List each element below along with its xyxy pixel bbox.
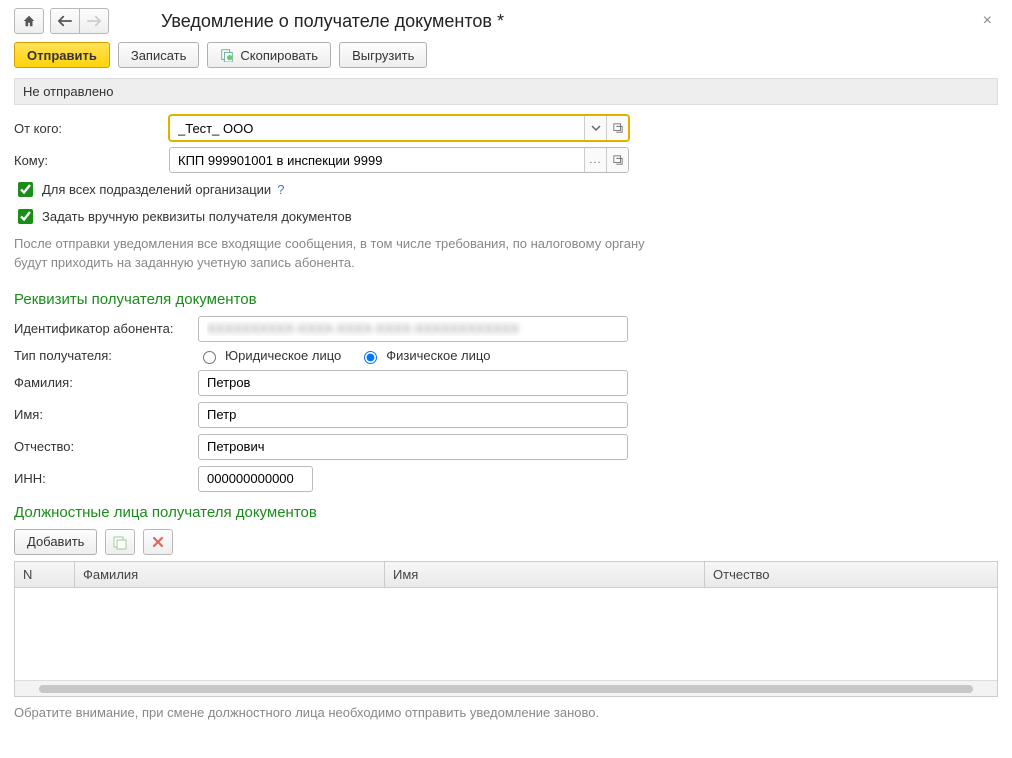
to-input[interactable] xyxy=(170,148,584,172)
window-title: Уведомление о получателе документов * xyxy=(161,11,977,32)
all-branches-checkbox[interactable] xyxy=(18,182,33,197)
info-text: После отправки уведомления все входящие … xyxy=(14,235,654,273)
section-requisites-title: Реквизиты получателя документов xyxy=(14,291,998,308)
manual-requisites-checkbox[interactable] xyxy=(18,209,33,224)
chevron-down-icon xyxy=(591,123,601,133)
duplicate-row-button[interactable] xyxy=(105,529,135,555)
ellipsis-icon: ... xyxy=(589,154,601,166)
radio-legal[interactable]: Юридическое лицо xyxy=(198,348,341,364)
export-button[interactable]: Выгрузить xyxy=(339,42,427,68)
help-link[interactable]: ? xyxy=(277,182,284,197)
home-button[interactable] xyxy=(14,8,44,34)
close-button[interactable]: × xyxy=(977,10,998,32)
lastname-label: Фамилия: xyxy=(14,375,198,390)
copy-icon xyxy=(220,48,234,62)
from-input[interactable] xyxy=(170,116,584,140)
firstname-label: Имя: xyxy=(14,407,198,422)
inn-label: ИНН: xyxy=(14,471,198,486)
firstname-input[interactable] xyxy=(198,402,628,428)
copy-label: Скопировать xyxy=(240,48,318,63)
nav-back-button[interactable] xyxy=(50,8,80,34)
lastname-input[interactable] xyxy=(198,370,628,396)
radio-legal-label: Юридическое лицо xyxy=(225,348,341,363)
grid-hscrollbar[interactable] xyxy=(15,680,997,696)
abonent-id-label: Идентификатор абонента: xyxy=(14,321,198,336)
nav-forward-button[interactable] xyxy=(79,8,109,34)
radio-person-label: Физическое лицо xyxy=(386,348,490,363)
abonent-id-field[interactable] xyxy=(198,316,628,342)
abonent-id-input[interactable] xyxy=(199,317,627,341)
save-button[interactable]: Записать xyxy=(118,42,200,68)
copy-button[interactable]: Скопировать xyxy=(207,42,331,68)
section-officials-title: Должностные лица получателя документов xyxy=(14,504,998,521)
from-open-button[interactable] xyxy=(606,116,628,140)
all-branches-label: Для всех подразделений организации xyxy=(42,182,271,197)
col-patronymic[interactable]: Отчество xyxy=(705,562,997,587)
arrow-right-icon xyxy=(87,15,101,27)
delete-row-button[interactable] xyxy=(143,529,173,555)
from-label: От кого: xyxy=(14,121,169,136)
col-firstname[interactable]: Имя xyxy=(385,562,705,587)
to-combo[interactable]: ... xyxy=(169,147,629,173)
add-button[interactable]: Добавить xyxy=(14,529,97,555)
officials-table[interactable]: N Фамилия Имя Отчество xyxy=(14,561,998,697)
send-button[interactable]: Отправить xyxy=(14,42,110,68)
manual-requisites-label: Задать вручную реквизиты получателя доку… xyxy=(42,209,352,224)
radio-person[interactable]: Физическое лицо xyxy=(359,348,490,364)
open-icon xyxy=(613,155,623,165)
from-combo[interactable] xyxy=(169,115,629,141)
home-icon xyxy=(22,14,36,28)
status-bar: Не отправлено xyxy=(14,78,998,105)
arrow-left-icon xyxy=(58,15,72,27)
footer-note: Обратите внимание, при смене должностног… xyxy=(14,705,998,720)
open-icon xyxy=(613,123,623,133)
grid-body[interactable] xyxy=(15,588,997,680)
inn-input[interactable] xyxy=(198,466,313,492)
from-dropdown-button[interactable] xyxy=(584,116,606,140)
col-n[interactable]: N xyxy=(15,562,75,587)
copy-row-icon xyxy=(112,534,128,550)
to-label: Кому: xyxy=(14,153,169,168)
patronymic-label: Отчество: xyxy=(14,439,198,454)
to-open-button[interactable] xyxy=(606,148,628,172)
patronymic-input[interactable] xyxy=(198,434,628,460)
delete-icon xyxy=(152,536,164,548)
col-lastname[interactable]: Фамилия xyxy=(75,562,385,587)
to-ellipsis-button[interactable]: ... xyxy=(584,148,606,172)
recipient-type-label: Тип получателя: xyxy=(14,348,198,363)
